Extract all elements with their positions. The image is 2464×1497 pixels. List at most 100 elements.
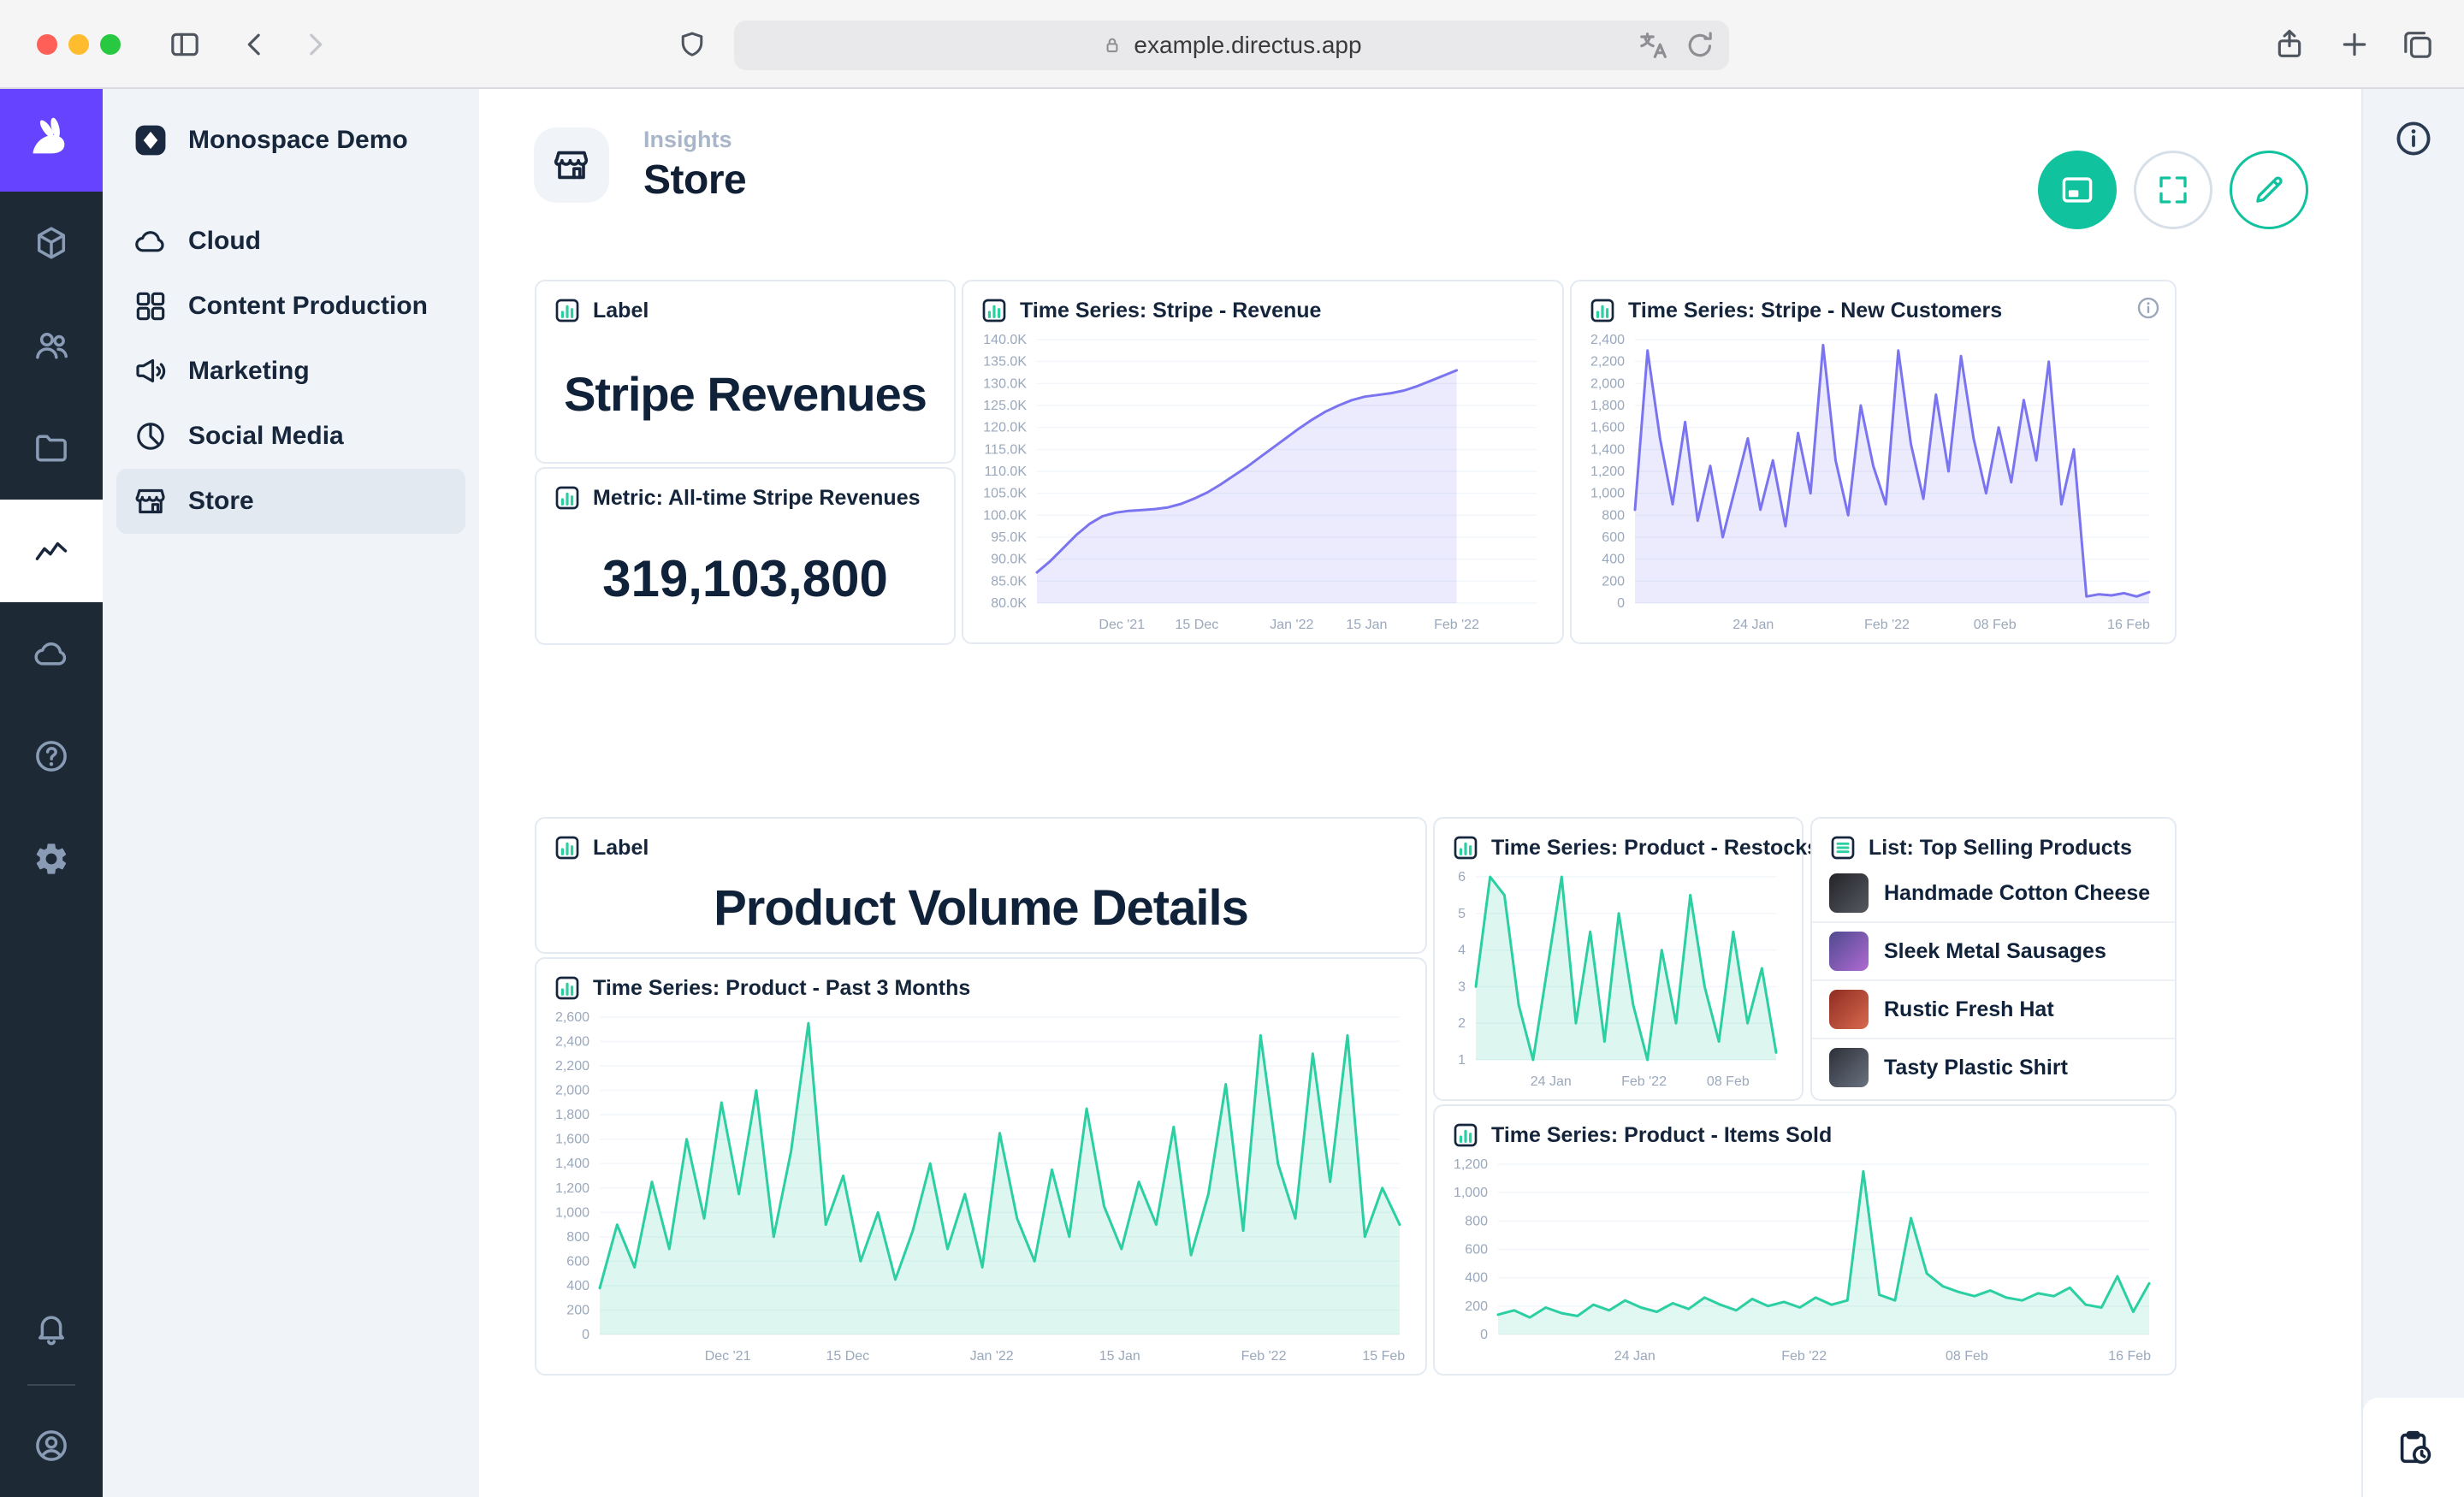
present-button[interactable] [2038, 151, 2117, 229]
svg-text:0: 0 [582, 1328, 589, 1342]
info-button[interactable] [2393, 118, 2434, 159]
dashboard-icon-box [534, 127, 609, 203]
svg-text:1,200: 1,200 [1454, 1157, 1488, 1172]
directus-logo[interactable] [0, 89, 103, 192]
svg-text:08 Feb: 08 Feb [1974, 618, 2017, 632]
cloud-icon [33, 635, 70, 672]
new-tab-button[interactable] [2337, 27, 2372, 62]
forward-button[interactable] [298, 27, 332, 62]
bell-icon [33, 1310, 70, 1347]
product-thumbnail [1829, 990, 1869, 1029]
svg-text:24 Jan: 24 Jan [1732, 618, 1774, 632]
product-name: Tasty Plastic Shirt [1884, 1056, 2068, 1080]
svg-text:15 Dec: 15 Dec [826, 1349, 869, 1364]
sidebar-item-marketing[interactable]: Marketing [116, 339, 465, 404]
pie-chart-icon [133, 419, 168, 453]
breadcrumb[interactable]: Insights [643, 127, 746, 153]
zoom-window-button[interactable] [100, 34, 121, 55]
module-content[interactable] [0, 192, 103, 294]
chart-icon [1452, 1121, 1479, 1149]
svg-text:08 Feb: 08 Feb [1946, 1349, 1988, 1364]
module-files[interactable] [0, 397, 103, 500]
svg-text:2,400: 2,400 [555, 1035, 589, 1050]
module-help[interactable] [0, 705, 103, 808]
past-3-months-chart: 2,6002,4002,2002,0001,8001,6001,4001,200… [538, 1003, 1424, 1370]
reload-icon[interactable] [1683, 28, 1717, 62]
svg-text:0: 0 [1480, 1328, 1488, 1342]
panel-ts-items-sold: Time Series: Product - Items Sold 1,2001… [1433, 1104, 2177, 1376]
sidebar-item-cloud[interactable]: Cloud [116, 209, 465, 274]
activity-drawer-button[interactable] [2363, 1398, 2464, 1497]
svg-text:85.0K: 85.0K [991, 574, 1027, 589]
info-icon [2393, 118, 2434, 159]
svg-text:1,000: 1,000 [1590, 487, 1625, 501]
list-item: Sleek Metal Sausages [1812, 921, 2175, 979]
cloud-icon [133, 224, 168, 258]
module-insights[interactable] [0, 500, 103, 602]
svg-text:Dec '21: Dec '21 [705, 1349, 751, 1364]
label-text: Stripe Revenues [536, 326, 954, 462]
sidebar-item-store[interactable]: Store [116, 469, 465, 534]
module-cloud[interactable] [0, 602, 103, 705]
svg-text:08 Feb: 08 Feb [1707, 1074, 1750, 1089]
edit-button[interactable] [2230, 151, 2308, 229]
svg-text:Feb '22: Feb '22 [1621, 1074, 1667, 1089]
share-button[interactable] [2272, 27, 2307, 62]
list-item: Tasty Plastic Shirt [1812, 1038, 2175, 1096]
fullscreen-button[interactable] [2134, 151, 2212, 229]
insights-icon [33, 532, 70, 570]
svg-text:Jan '22: Jan '22 [1270, 618, 1313, 632]
back-button[interactable] [238, 27, 272, 62]
panel-title: Time Series: Product - Items Sold [1491, 1123, 1832, 1148]
svg-text:140.0K: 140.0K [983, 333, 1027, 347]
module-settings[interactable] [0, 808, 103, 910]
svg-text:1,600: 1,600 [1590, 421, 1625, 435]
tab-overview-button[interactable] [2401, 27, 2435, 62]
close-window-button[interactable] [37, 34, 57, 55]
svg-text:15 Dec: 15 Dec [1176, 618, 1219, 632]
svg-text:2,000: 2,000 [1590, 376, 1625, 391]
panel-title: Metric: All-time Stripe Revenues [593, 486, 921, 511]
svg-text:16 Feb: 16 Feb [2108, 1349, 2151, 1364]
svg-text:80.0K: 80.0K [991, 596, 1027, 611]
svg-text:800: 800 [566, 1230, 589, 1245]
translate-icon[interactable] [1637, 28, 1671, 62]
project-header[interactable]: Monospace Demo [103, 89, 479, 192]
svg-text:1,400: 1,400 [1590, 442, 1625, 457]
product-name: Sleek Metal Sausages [1884, 939, 2106, 964]
product-thumbnail [1829, 932, 1869, 971]
svg-text:115.0K: 115.0K [984, 442, 1027, 457]
svg-text:2,200: 2,200 [1590, 355, 1625, 370]
svg-text:Feb '22: Feb '22 [1241, 1349, 1287, 1364]
right-sidebar [2361, 89, 2464, 1497]
minimize-window-button[interactable] [68, 34, 89, 55]
svg-text:Feb '22: Feb '22 [1864, 618, 1910, 632]
module-divider [27, 1384, 75, 1386]
svg-text:90.0K: 90.0K [991, 553, 1027, 567]
list-item: Handmade Cotton Cheese [1812, 865, 2175, 921]
svg-text:400: 400 [566, 1279, 589, 1293]
account-button[interactable] [0, 1394, 103, 1497]
privacy-shield-icon[interactable] [676, 29, 708, 62]
svg-text:15 Feb: 15 Feb [1362, 1349, 1405, 1364]
sidebar-toggle-button[interactable] [168, 27, 202, 62]
info-icon [2135, 295, 2161, 321]
svg-text:200: 200 [1602, 574, 1625, 589]
svg-text:1,800: 1,800 [555, 1108, 589, 1122]
svg-text:135.0K: 135.0K [983, 355, 1027, 370]
svg-text:1,800: 1,800 [1590, 399, 1625, 413]
panel-info-button[interactable] [2135, 295, 2161, 321]
chart-icon [554, 974, 581, 1002]
sidebar-item-social-media[interactable]: Social Media [116, 404, 465, 469]
chart-icon [980, 297, 1008, 324]
panel-title: Time Series: Product - Past 3 Months [593, 976, 970, 1001]
svg-text:95.0K: 95.0K [991, 530, 1027, 545]
items-sold-chart: 1,2001,000800600400200024 JanFeb '2208 F… [1436, 1151, 2173, 1370]
svg-text:600: 600 [566, 1254, 589, 1269]
module-users[interactable] [0, 294, 103, 397]
svg-text:Jan '22: Jan '22 [970, 1349, 1014, 1364]
address-bar[interactable]: example.directus.app [734, 21, 1729, 70]
sidebar-item-content-production[interactable]: Content Production [116, 274, 465, 339]
module-bar [0, 89, 103, 1497]
notifications-button[interactable] [0, 1281, 103, 1376]
